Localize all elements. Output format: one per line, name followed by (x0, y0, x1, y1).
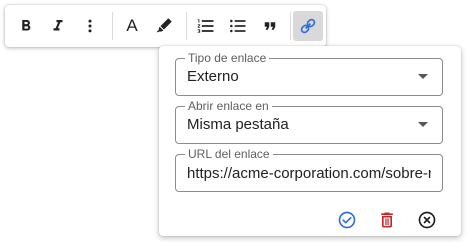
more-vertical-icon (81, 17, 99, 35)
open-in-value: Misma pestaña (187, 116, 289, 133)
dropdown-arrow-icon (418, 122, 428, 127)
url-label: URL del enlace (185, 147, 273, 161)
text-color-button[interactable]: A (117, 11, 147, 41)
bullet-list-icon (228, 16, 248, 36)
toolbar-divider (112, 12, 113, 40)
ordered-list-button[interactable] (191, 11, 221, 41)
text-color-icon: A (126, 16, 138, 35)
quote-icon (261, 17, 279, 35)
url-field[interactable]: URL del enlace (175, 147, 443, 192)
bold-icon (17, 17, 35, 35)
link-popover: Tipo de enlace Externo Abrir enlace en M… (159, 46, 461, 236)
toolbar-divider (290, 12, 291, 40)
link-type-value: Externo (187, 68, 239, 85)
formatting-toolbar: A (5, 5, 326, 47)
highlight-button[interactable] (149, 11, 179, 41)
more-options-button[interactable] (75, 11, 105, 41)
confirm-button[interactable] (336, 211, 358, 233)
toolbar-divider (186, 12, 187, 40)
link-type-select[interactable]: Tipo de enlace Externo (175, 51, 443, 96)
link-button[interactable] (293, 11, 323, 41)
cancel-button[interactable] (416, 211, 438, 233)
editor-stage: A Tipo de enlace Externo Abrir enlace en… (0, 0, 467, 242)
dropdown-arrow-icon (418, 74, 428, 79)
open-in-select[interactable]: Abrir enlace en Misma pestaña (175, 99, 443, 144)
italic-icon (49, 17, 67, 35)
ordered-list-icon (196, 16, 216, 36)
link-icon (298, 16, 318, 36)
italic-button[interactable] (43, 11, 73, 41)
bullet-list-button[interactable] (223, 11, 253, 41)
check-circle-icon (337, 210, 357, 235)
trash-icon (377, 210, 397, 235)
highlighter-icon (155, 17, 173, 35)
delete-link-button[interactable] (376, 211, 398, 233)
blockquote-button[interactable] (255, 11, 285, 41)
close-circle-icon (417, 210, 437, 235)
bold-button[interactable] (11, 11, 41, 41)
